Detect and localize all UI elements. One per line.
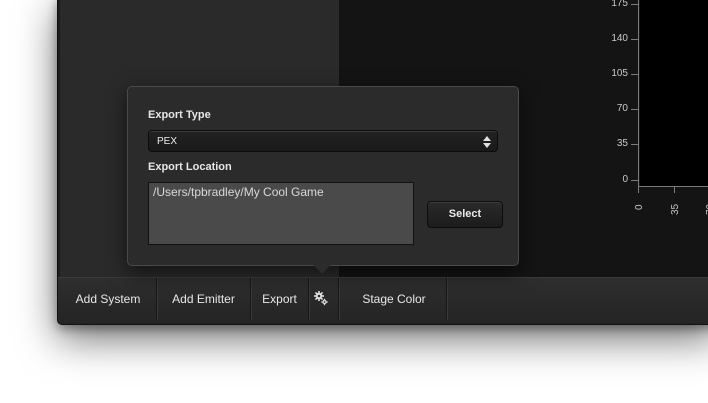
- y-axis: [638, 0, 639, 187]
- x-tick: [674, 187, 675, 193]
- y-tick-label: 140: [611, 33, 628, 44]
- export-type-value: PEX: [157, 136, 178, 147]
- y-tick: [631, 74, 638, 75]
- y-tick: [631, 4, 638, 5]
- y-tick-label: 105: [611, 68, 628, 79]
- export-location-label: Export Location: [148, 161, 232, 173]
- y-tick: [631, 39, 638, 40]
- y-tick: [631, 180, 638, 181]
- export-button[interactable]: Export: [251, 278, 309, 320]
- chevron-up-down-icon: [483, 136, 491, 148]
- export-type-select[interactable]: PEX: [148, 130, 498, 152]
- select-location-button[interactable]: Select: [427, 201, 503, 228]
- export-location-field[interactable]: /Users/tpbradley/My Cool Game: [148, 182, 414, 245]
- stage-color-button[interactable]: Stage Color: [342, 278, 447, 320]
- add-system-button[interactable]: Add System: [60, 278, 157, 320]
- x-tick-label: 0: [634, 204, 645, 210]
- bottom-toolbar: Add System Add Emitter Export Stage Colo: [58, 277, 708, 324]
- x-axis: [638, 186, 708, 187]
- export-settings-button[interactable]: [309, 278, 339, 320]
- y-tick: [631, 144, 638, 145]
- add-emitter-button[interactable]: Add Emitter: [157, 278, 251, 320]
- plot-area: [640, 0, 708, 187]
- y-tick-label: 175: [611, 0, 628, 9]
- y-tick-label: 0: [622, 174, 628, 185]
- y-tick: [631, 109, 638, 110]
- x-tick-label: 35: [670, 203, 681, 215]
- export-type-label: Export Type: [148, 109, 211, 121]
- y-tick-label: 70: [616, 103, 628, 114]
- popover-arrow: [312, 264, 332, 274]
- y-tick-label: 35: [616, 138, 628, 149]
- gear-icon: [314, 291, 328, 306]
- export-popover: Export Type PEX Export Location /Users/t…: [127, 86, 519, 266]
- x-tick: [638, 187, 639, 193]
